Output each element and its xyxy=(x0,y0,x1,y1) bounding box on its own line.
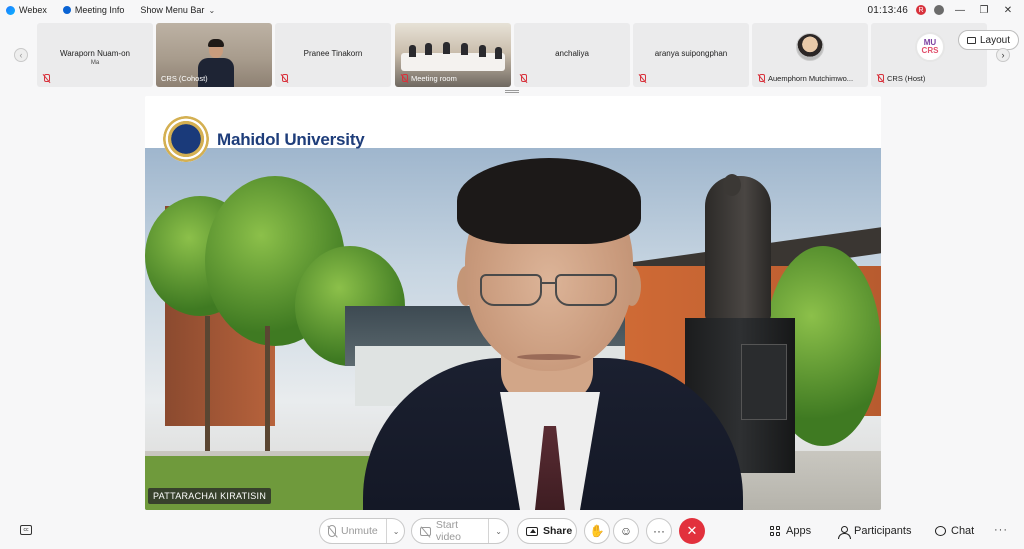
captions-icon[interactable]: cc xyxy=(20,525,32,535)
participant-label: Meeting room xyxy=(400,74,457,83)
participant-tile-4[interactable]: Meeting room xyxy=(395,23,511,87)
reactions-icon: ☺ xyxy=(619,524,633,538)
share-label: Share xyxy=(543,525,573,537)
overflow-menu-button[interactable]: ··· xyxy=(994,524,1008,536)
speaker-name-tag: PATTARACHAI KIRATISIN xyxy=(148,488,272,504)
apps-button[interactable]: Apps xyxy=(770,518,811,544)
meeting-controls: cc Unmute ⌄ Start video ⌄ Share ✋ ☺ ··· … xyxy=(0,514,1024,549)
more-options-button[interactable]: ··· xyxy=(646,518,672,544)
close-window-button[interactable]: ✕ xyxy=(1000,5,1016,16)
webex-logo-icon xyxy=(6,5,15,15)
participant-name: Pranee Tinakorn xyxy=(303,49,363,58)
chevron-down-icon: ⌄ xyxy=(495,526,502,536)
muted-mic-icon xyxy=(280,74,288,83)
unmute-label: Unmute xyxy=(341,525,378,537)
restore-button[interactable]: ❐ xyxy=(976,5,992,16)
muted-mic-icon xyxy=(42,74,50,83)
avatar xyxy=(796,33,824,61)
participant-subtitle: Ma xyxy=(90,60,100,66)
chat-button[interactable]: Chat xyxy=(935,518,974,544)
participant-label: CRS (Host) xyxy=(876,74,925,83)
camera-off-icon xyxy=(420,526,431,536)
banner-title: Mahidol University xyxy=(217,130,365,149)
participant-tile-6[interactable]: aranya suipongphan xyxy=(633,23,749,87)
participants-label: Participants xyxy=(854,525,912,537)
chevron-left-icon: ‹ xyxy=(19,50,23,60)
participant-name: CRS (Cohost) xyxy=(161,74,208,83)
apps-icon xyxy=(770,525,781,537)
participant-name: Meeting room xyxy=(411,74,457,83)
crs-logo: MU CRS xyxy=(915,32,945,62)
participant-name: Waraporn Nuam-on xyxy=(60,49,130,58)
university-seal-icon xyxy=(163,116,209,162)
muted-mic-icon xyxy=(400,74,408,83)
layout-label: Layout xyxy=(980,34,1011,46)
raise-hand-icon: ✋ xyxy=(589,524,605,538)
participant-label xyxy=(638,74,646,83)
reactions-button[interactable]: ☺ xyxy=(613,518,639,544)
chevron-right-icon: › xyxy=(1001,50,1005,60)
video-options-dropdown[interactable]: ⌄ xyxy=(488,519,508,543)
chat-label: Chat xyxy=(951,525,975,537)
participants-icon xyxy=(838,525,851,539)
participant-name: aranya suipongphan xyxy=(654,49,728,58)
muted-mic-icon xyxy=(638,74,646,83)
muted-mic-icon xyxy=(757,74,765,83)
app-name: Webex xyxy=(19,5,47,15)
participant-name: anchaliya xyxy=(555,49,589,58)
participant-tile-7[interactable]: Auemphorn Mutchimwo... xyxy=(752,23,868,87)
participant-video xyxy=(401,53,505,71)
unmute-button[interactable]: Unmute ⌄ xyxy=(319,518,405,544)
show-menu-bar-label: Show Menu Bar xyxy=(140,5,205,15)
title-bar: Webex Meeting Info Show Menu Bar ⌄ 01:13… xyxy=(0,0,1024,20)
lock-icon[interactable] xyxy=(934,5,944,15)
start-video-label: Start video xyxy=(435,519,461,543)
resize-handle[interactable] xyxy=(505,90,519,93)
strip-prev-button[interactable]: ‹ xyxy=(14,48,28,62)
titlebar-right: 01:13:46 R — ❐ ✕ xyxy=(867,0,1024,20)
participant-tile-2[interactable]: CRS (Cohost) xyxy=(156,23,272,87)
chevron-down-icon: ⌄ xyxy=(208,5,216,15)
participant-name: Auemphorn Mutchimwo... xyxy=(768,74,854,83)
start-video-button[interactable]: Start video ⌄ xyxy=(411,518,509,544)
microphone-off-icon xyxy=(328,525,336,537)
apps-label: Apps xyxy=(786,525,812,537)
participant-label xyxy=(280,74,288,83)
show-menu-bar-button[interactable]: Show Menu Bar ⌄ xyxy=(140,5,215,15)
raise-hand-button[interactable]: ✋ xyxy=(584,518,610,544)
meeting-info-label: Meeting Info xyxy=(74,5,125,15)
webex-app-menu[interactable]: Webex xyxy=(6,5,47,15)
participant-tile-3[interactable]: Pranee Tinakorn xyxy=(275,23,391,87)
participant-label: Auemphorn Mutchimwo... xyxy=(757,74,853,83)
more-icon: ··· xyxy=(653,524,665,538)
participant-name: CRS (Host) xyxy=(887,74,926,83)
leave-meeting-button[interactable]: ✕ xyxy=(679,518,705,544)
minimize-button[interactable]: — xyxy=(952,5,968,16)
participant-label xyxy=(42,74,50,83)
crs-logo-line2: CRS xyxy=(921,46,939,55)
participant-label xyxy=(519,74,527,83)
meeting-timer: 01:13:46 xyxy=(867,4,908,16)
layout-button[interactable]: Layout xyxy=(958,30,1020,50)
muted-mic-icon xyxy=(876,74,884,83)
share-button[interactable]: Share xyxy=(517,518,577,544)
chevron-down-icon: ⌄ xyxy=(392,526,400,536)
muted-mic-icon xyxy=(519,74,527,83)
participant-label: CRS (Cohost) xyxy=(161,74,208,83)
meeting-info-button[interactable]: Meeting Info xyxy=(62,5,125,15)
participant-tile-5[interactable]: anchaliya xyxy=(514,23,630,87)
recording-icon[interactable]: R xyxy=(916,5,926,15)
info-icon xyxy=(62,6,71,14)
close-icon: ✕ xyxy=(686,523,698,538)
chat-icon xyxy=(935,526,946,536)
strip-next-button[interactable]: › xyxy=(996,48,1010,62)
share-screen-icon xyxy=(526,526,538,536)
layout-icon xyxy=(967,36,976,44)
audio-options-dropdown[interactable]: ⌄ xyxy=(385,519,406,543)
participant-tile-1[interactable]: Waraporn Nuam-on Ma xyxy=(37,23,153,87)
active-speaker-video[interactable]: Mahidol University PATTARACHAI KIRATISIN xyxy=(145,96,881,510)
participants-button[interactable]: Participants xyxy=(838,518,911,544)
